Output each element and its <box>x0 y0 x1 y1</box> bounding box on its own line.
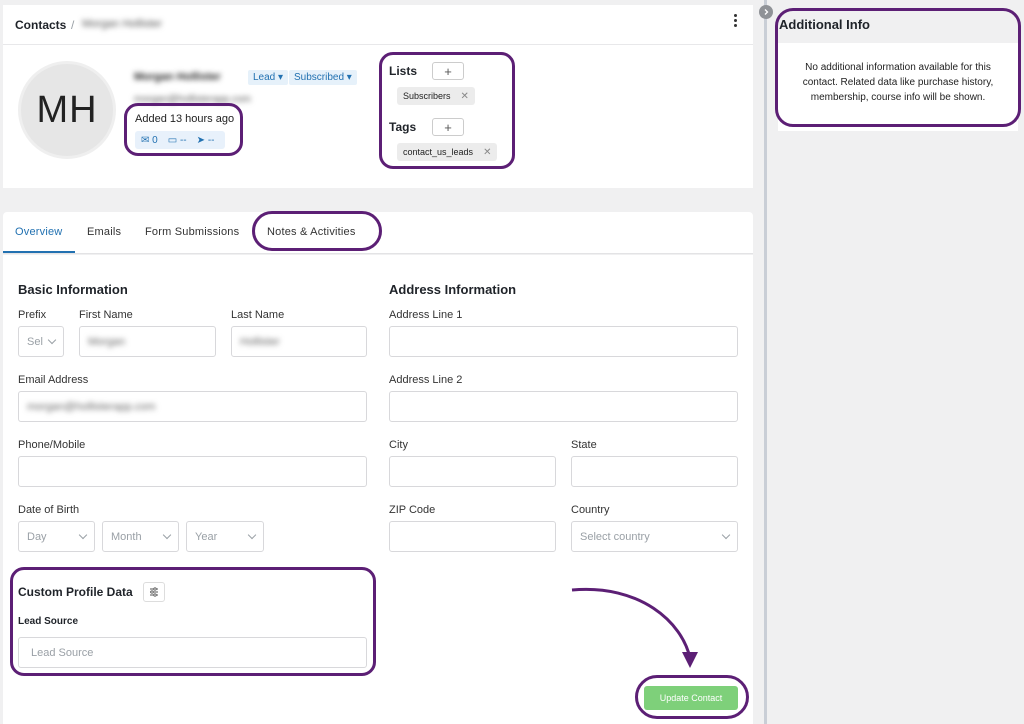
tab-notes-activities[interactable]: Notes & Activities <box>267 226 356 238</box>
lead-source-label: Lead Source <box>18 616 79 627</box>
phone-field[interactable] <box>18 456 367 487</box>
stat-emails-value: 0 <box>152 134 158 146</box>
tag-chip[interactable]: contact_us_leads ✕ <box>397 143 498 161</box>
address-line2-label: Address Line 2 <box>389 374 463 386</box>
prefix-label: Prefix <box>18 309 47 321</box>
first-name-label: First Name <box>79 309 133 321</box>
active-tab-indicator <box>3 251 75 253</box>
last-name-field[interactable]: Hollister <box>231 326 367 357</box>
first-name-field[interactable]: Morgan <box>79 326 216 357</box>
email-field-value: morgan@hollisterapp.com <box>27 400 156 413</box>
tab-overview[interactable]: Overview <box>15 226 62 238</box>
dob-label: Date of Birth <box>18 504 80 516</box>
panel-divider[interactable] <box>764 0 767 724</box>
zip-field[interactable] <box>389 521 556 552</box>
avatar: MH <box>18 61 116 159</box>
dob-month-select[interactable]: Month <box>102 521 179 552</box>
status-badge[interactable]: Lead ▾ <box>248 70 289 85</box>
mail-icon: ✉ <box>141 134 150 146</box>
avatar-initials: MH <box>36 88 98 131</box>
stat-emails[interactable]: ✉ 0 <box>141 135 158 146</box>
annotation-arrow-icon <box>571 587 698 668</box>
lead-source-field[interactable]: Lead Source <box>18 637 367 668</box>
stat-sent[interactable]: ➤ -- <box>197 135 215 146</box>
breadcrumb-separator: / <box>71 18 75 32</box>
remove-tag-icon[interactable]: ✕ <box>483 147 491 158</box>
added-time: Added 13 hours ago <box>135 113 235 125</box>
basic-info-title: Basic Information <box>18 282 128 297</box>
custom-fields-settings-button[interactable] <box>143 582 165 602</box>
custom-data-title: Custom Profile Data <box>18 585 133 599</box>
country-label: Country <box>571 504 610 516</box>
dob-month-value: Month <box>111 530 142 543</box>
lists-title: Lists <box>389 64 418 78</box>
additional-info-title: Additional Info <box>779 17 870 32</box>
chevron-down-icon <box>78 530 88 540</box>
address-info-title: Address Information <box>389 282 517 297</box>
folder-icon: ▭ <box>167 134 178 146</box>
prefix-select[interactable]: Sel <box>18 326 64 357</box>
additional-info-body: No additional information available for … <box>778 43 1018 131</box>
email-label: Email Address <box>18 374 89 386</box>
lead-source-placeholder: Lead Source <box>31 646 94 659</box>
zip-label: ZIP Code <box>389 504 436 516</box>
city-field[interactable] <box>389 456 556 487</box>
address-line1-field[interactable] <box>389 326 738 357</box>
last-name-value: Hollister <box>240 335 280 348</box>
address-line2-field[interactable] <box>389 391 738 422</box>
dob-day-value: Day <box>27 530 47 543</box>
state-field[interactable] <box>571 456 738 487</box>
contact-stats: ✉ 0 ▭ -- ➤ -- <box>135 131 225 149</box>
sliders-icon <box>150 587 158 597</box>
contact-email: morgan@hollisterapp.com <box>134 94 251 105</box>
add-list-label: + <box>444 63 452 79</box>
state-label: State <box>571 439 597 451</box>
chevron-down-icon <box>247 530 257 540</box>
tab-form-submissions[interactable]: Form Submissions <box>145 226 239 238</box>
send-icon: ➤ <box>196 134 206 146</box>
breadcrumb-contacts[interactable]: Contacts <box>15 18 66 32</box>
city-label: City <box>389 439 408 451</box>
address-line1-label: Address Line 1 <box>389 309 463 321</box>
add-list-button[interactable]: + <box>432 62 464 80</box>
prefix-select-value: Sel <box>27 335 43 348</box>
add-tag-button[interactable]: + <box>432 118 464 136</box>
list-chip-label: Subscribers <box>403 91 451 101</box>
dob-day-select[interactable]: Day <box>18 521 95 552</box>
country-select[interactable]: Select country <box>571 521 738 552</box>
first-name-value: Morgan <box>88 335 126 348</box>
chevron-down-icon <box>47 335 57 345</box>
chevron-down-icon <box>721 530 731 540</box>
dob-year-value: Year <box>195 530 218 543</box>
email-field[interactable]: morgan@hollisterapp.com <box>18 391 367 422</box>
last-name-label: Last Name <box>231 309 285 321</box>
more-options-icon[interactable] <box>734 14 738 29</box>
phone-label: Phone/Mobile <box>18 439 86 451</box>
collapse-panel-button[interactable] <box>759 5 773 19</box>
list-chip[interactable]: Subscribers ✕ <box>397 87 475 105</box>
tags-title: Tags <box>389 120 417 134</box>
country-select-value: Select country <box>580 530 650 543</box>
tag-chip-label: contact_us_leads <box>403 147 474 157</box>
chevron-down-icon <box>162 530 172 540</box>
remove-list-icon[interactable]: ✕ <box>461 91 469 102</box>
contact-name: Morgan Hollister <box>134 71 221 83</box>
chevron-right-icon <box>764 9 769 15</box>
stat-sent-value: -- <box>207 134 215 146</box>
subscription-badge[interactable]: Subscribed ▾ <box>289 70 357 85</box>
add-tag-label: + <box>444 119 452 135</box>
breadcrumb-contact-name: Morgan Hollister <box>82 18 163 30</box>
additional-info-empty-text: No additional information available for … <box>802 62 994 103</box>
stat-folder-value: -- <box>179 134 187 146</box>
dob-year-select[interactable]: Year <box>186 521 264 552</box>
subscription-badge-label: Subscribed <box>294 72 345 83</box>
status-badge-label: Lead <box>253 72 276 83</box>
stat-folder[interactable]: ▭ -- <box>168 135 187 146</box>
update-contact-button[interactable]: Update Contact <box>644 686 738 710</box>
tab-emails[interactable]: Emails <box>87 226 121 238</box>
